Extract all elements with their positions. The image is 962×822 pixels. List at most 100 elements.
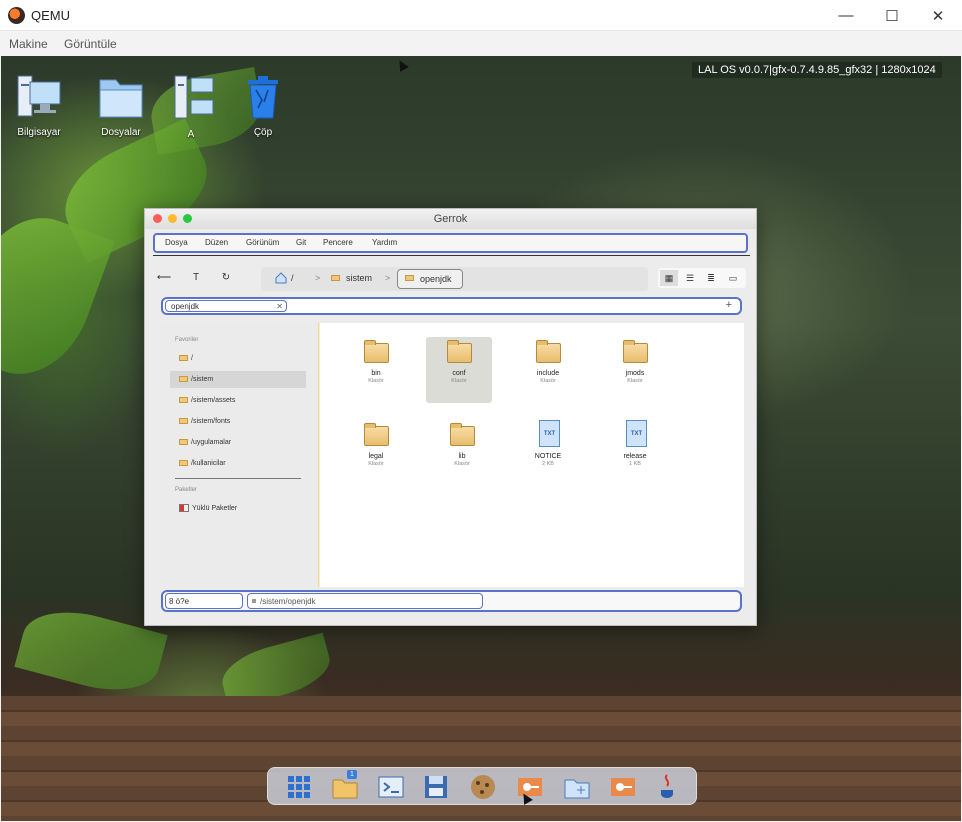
file-item-notice[interactable]: TXT NOTICE 2 KB xyxy=(515,420,581,486)
network-tool-icon-2[interactable] xyxy=(608,772,638,802)
file-item-include[interactable]: include Klasör xyxy=(515,337,581,403)
home-icon xyxy=(275,272,287,284)
computer-icon xyxy=(17,75,61,117)
desktop-icon-label: Çöp xyxy=(253,127,273,138)
file-name: bin xyxy=(371,370,381,377)
dock: 1 xyxy=(267,767,697,805)
list-view-icon[interactable]: ☰ xyxy=(681,270,699,286)
file-name: legal xyxy=(368,453,384,460)
file-item-release[interactable]: TXT release 1 KB xyxy=(602,420,668,486)
search-bar: openjdk ✕ + xyxy=(161,297,742,315)
file-manager-icon[interactable]: 1 xyxy=(330,770,360,802)
sidebar-item-assets[interactable]: /sistem/assets xyxy=(170,392,306,409)
host-titlebar: QEMU — ☐ ✕ xyxy=(0,0,962,31)
folder-icon xyxy=(179,376,188,383)
file-item-lib[interactable]: lib Klasör xyxy=(429,420,495,486)
grid-view-icon[interactable]: ▦ xyxy=(660,270,678,286)
window-titlebar[interactable]: Gerrok xyxy=(145,209,756,229)
breadcrumb-sistem[interactable]: sistem xyxy=(346,273,372,283)
add-tab-button[interactable]: + xyxy=(726,299,732,311)
menu-pencere[interactable]: Pencere xyxy=(323,238,353,247)
host-window-title: QEMU xyxy=(31,8,70,23)
file-item-legal[interactable]: legal Klasör xyxy=(343,420,409,486)
host-menubar: Makine Görüntüle xyxy=(0,31,962,56)
minimize-button[interactable]: — xyxy=(823,0,869,31)
menu-makine[interactable]: Makine xyxy=(9,37,48,51)
folder-icon xyxy=(179,397,188,404)
folder-icon xyxy=(450,423,475,446)
folder-icon xyxy=(364,340,389,363)
breadcrumb-root[interactable]: / xyxy=(291,273,294,283)
sidebar-item-fonts[interactable]: /sistem/fonts xyxy=(170,413,306,430)
folder-icon xyxy=(364,423,389,446)
menu-goruntule[interactable]: Görüntüle xyxy=(64,37,117,51)
window-title: Gerrok xyxy=(433,213,468,225)
cookie-app-icon[interactable] xyxy=(468,772,498,802)
refresh-button[interactable]: ↻ xyxy=(217,269,235,287)
apps-grid-icon[interactable] xyxy=(284,772,314,802)
mouse-cursor xyxy=(395,58,409,72)
menu-duzen[interactable]: Düzen xyxy=(205,238,228,247)
back-button[interactable]: ⟵ xyxy=(155,269,173,287)
sidebar-favorites-heading: Favoriler xyxy=(175,337,199,343)
file-kind: Klasör xyxy=(454,461,470,467)
window-menubar: Dosya Düzen Görünüm Git Pencere Yardım xyxy=(153,233,748,253)
breadcrumb-label: openjdk xyxy=(420,274,452,284)
sidebar-item-label: / xyxy=(191,355,193,362)
desktop-icon-a[interactable]: A xyxy=(159,74,223,140)
file-item-jmods[interactable]: jmods Klasör xyxy=(602,337,668,403)
menu-yardim[interactable]: Yardım xyxy=(372,238,397,247)
status-bar: 8 ö?e /sistem/openjdk xyxy=(161,590,742,612)
sidebar-item-kullanicilar[interactable]: /kullanicilar xyxy=(170,455,306,472)
sidebar-item-installed-packages[interactable]: Yüklü Paketler xyxy=(170,500,306,517)
file-item-conf[interactable]: conf Klasör xyxy=(426,337,492,403)
file-size: 2 KB xyxy=(542,461,554,467)
desktop-icon-bilgisayar[interactable]: Bilgisayar xyxy=(7,74,71,138)
breadcrumb: / > sistem > openjdk xyxy=(261,267,648,291)
file-name: lib xyxy=(458,453,466,460)
file-item-bin[interactable]: bin Klasör xyxy=(343,337,409,403)
desktop-icon-dosyalar[interactable]: Dosyalar xyxy=(89,72,153,138)
detail-view-icon[interactable]: ≣ xyxy=(702,270,720,286)
terminal-icon[interactable] xyxy=(376,772,406,802)
file-kind: Klasör xyxy=(368,378,384,384)
item-count: 8 ö?e xyxy=(165,593,243,609)
file-kind: Klasör xyxy=(627,378,643,384)
text-file-icon: TXT xyxy=(539,420,560,447)
sidebar-item-sistem[interactable]: /sistem xyxy=(170,371,306,388)
file-name: NOTICE xyxy=(534,453,562,460)
up-button[interactable]: T xyxy=(187,269,205,287)
folder-icon xyxy=(179,439,188,446)
sidebar-item-root[interactable]: / xyxy=(170,350,306,367)
desktop-icon-cop[interactable]: Çöp xyxy=(231,74,295,138)
file-name: jmods xyxy=(625,370,645,377)
notification-badge: 1 xyxy=(347,770,357,779)
search-input[interactable]: openjdk ✕ xyxy=(165,300,287,312)
folder-icon xyxy=(99,79,143,118)
sidebar-item-label: Yüklü Paketler xyxy=(192,505,238,512)
file-name: release xyxy=(623,453,647,460)
java-icon[interactable] xyxy=(653,772,683,802)
clear-search-icon[interactable]: ✕ xyxy=(276,301,283,312)
menu-gorunum[interactable]: Görünüm xyxy=(246,238,279,247)
menu-dosya[interactable]: Dosya xyxy=(165,238,188,247)
view-toggle: ▦ ☰ ≣ ▭ xyxy=(658,268,746,288)
folder-icon xyxy=(405,275,414,281)
menu-git[interactable]: Git xyxy=(296,238,306,247)
folder-icon xyxy=(536,340,561,363)
sidebar-item-label: /sistem/assets xyxy=(191,397,236,404)
folder-icon xyxy=(331,275,340,281)
maximize-button[interactable]: ☐ xyxy=(869,0,915,31)
preview-view-icon[interactable]: ▭ xyxy=(724,270,742,286)
close-button[interactable]: ✕ xyxy=(915,0,961,31)
sidebar-splitter[interactable] xyxy=(318,323,319,587)
guest-desktop[interactable]: LAL OS v0.0.7|gfx-0.7.4.9.85_gfx32 | 128… xyxy=(1,56,961,821)
files-icon[interactable] xyxy=(562,772,592,802)
editor-icon[interactable] xyxy=(422,772,452,802)
sidebar-item-uygulamalar[interactable]: /uygulamalar xyxy=(170,434,306,451)
file-kind: Klasör xyxy=(451,378,467,384)
folder-icon xyxy=(179,418,188,425)
sidebar-item-label: /sistem xyxy=(191,376,214,383)
file-name: conf xyxy=(452,370,466,377)
breadcrumb-openjdk[interactable]: openjdk xyxy=(397,269,463,289)
